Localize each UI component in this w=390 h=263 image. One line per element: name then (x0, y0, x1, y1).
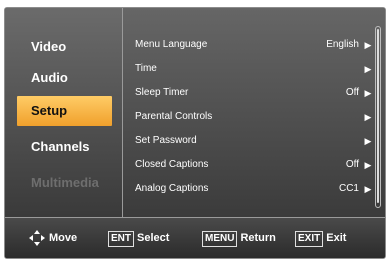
menu-row-sleep-timer[interactable]: Sleep Timer Off ▶ (135, 82, 373, 104)
category-sidebar: Video Audio Setup Channels Multimedia (5, 8, 123, 218)
menu-row-analog-captions[interactable]: Analog Captions CC1 ▶ (135, 178, 373, 200)
row-value: Off (345, 87, 359, 98)
row-label: Sleep Timer (135, 87, 189, 98)
scrollbar-thumb[interactable] (377, 29, 379, 203)
sidebar-item-audio[interactable]: Audio (17, 63, 112, 93)
sidebar-item-setup[interactable]: Setup (17, 96, 112, 126)
arrow-right-icon: ▶ (364, 136, 372, 146)
hint-return-label: Return (240, 232, 276, 244)
sidebar-item-channels[interactable]: Channels (17, 132, 112, 162)
row-label: Analog Captions (135, 183, 209, 194)
row-label: Parental Controls (135, 111, 213, 122)
row-label: Set Password (135, 135, 197, 146)
menu-key-icon: MENU (202, 231, 238, 247)
arrow-right-icon: ▶ (364, 64, 372, 74)
menu-row-set-password[interactable]: Set Password ▶ (135, 130, 373, 152)
button-hint-bar: Move ENT Select MENU Return EXIT Exit (5, 218, 385, 258)
hint-move: Move (29, 229, 77, 247)
menu-row-menu-language[interactable]: Menu Language English ▶ (135, 34, 373, 56)
arrow-right-icon: ▶ (364, 88, 372, 98)
arrow-right-icon: ▶ (364, 112, 372, 122)
setup-options-panel: Menu Language English ▶ Time ▶ Sleep Tim… (123, 8, 385, 218)
row-label: Closed Captions (135, 159, 209, 170)
menu-row-closed-captions[interactable]: Closed Captions Off ▶ (135, 154, 373, 176)
tv-settings-menu: Video Audio Setup Channels Multimedia Me… (4, 7, 386, 259)
row-label: Time (135, 63, 157, 74)
dpad-arrows-icon (29, 230, 45, 247)
hint-exit: EXIT Exit (295, 229, 346, 247)
arrow-right-icon: ▶ (364, 184, 372, 194)
hint-move-label: Move (49, 232, 78, 244)
row-label: Menu Language (135, 39, 208, 50)
row-value: English (326, 39, 359, 50)
row-value: Off (345, 159, 359, 170)
hint-select-label: Select (137, 232, 170, 244)
menu-row-time[interactable]: Time ▶ (135, 58, 373, 80)
row-value: CC1 (338, 183, 359, 194)
sidebar-item-video[interactable]: Video (17, 32, 112, 62)
hint-select: ENT Select (108, 229, 169, 247)
arrow-right-icon: ▶ (364, 160, 372, 170)
scrollbar[interactable] (375, 26, 381, 208)
hint-exit-label: Exit (326, 232, 347, 244)
hint-return: MENU Return (202, 229, 276, 247)
arrow-right-icon: ▶ (364, 40, 372, 50)
sidebar-item-multimedia: Multimedia (31, 175, 99, 190)
ent-key-icon: ENT (108, 231, 134, 247)
exit-key-icon: EXIT (295, 231, 324, 247)
menu-row-parental-controls[interactable]: Parental Controls ▶ (135, 106, 373, 128)
